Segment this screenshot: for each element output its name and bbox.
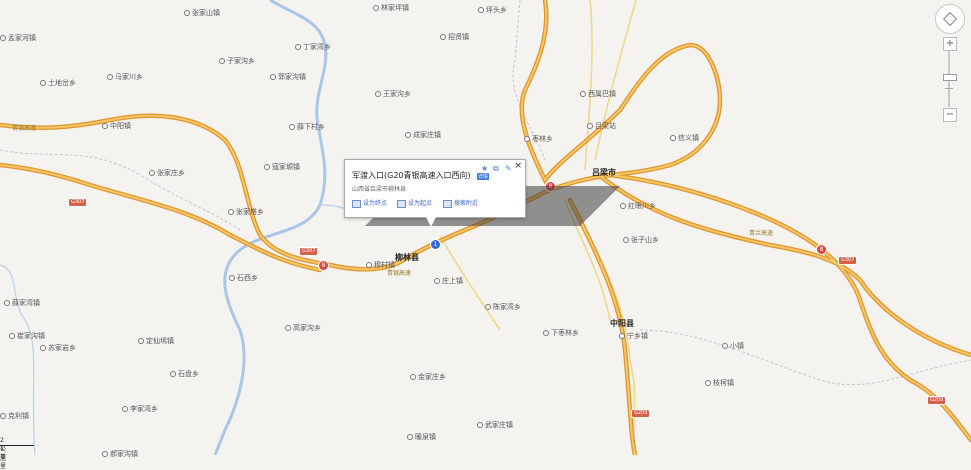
- place-label[interactable]: 中阳镇: [102, 121, 131, 131]
- place-label[interactable]: 招贤镇: [440, 32, 469, 42]
- place-label[interactable]: 薛下村乡: [289, 122, 325, 132]
- edit-icon[interactable]: ✎: [505, 164, 512, 173]
- poi-marker[interactable]: 1: [430, 239, 441, 250]
- place-label[interactable]: 郝家沟镇: [102, 449, 138, 459]
- highway-exit-marker[interactable]: 8: [318, 260, 329, 271]
- search-nearby-button[interactable]: 搜索附近: [443, 198, 478, 208]
- zoom-tick: [945, 88, 953, 89]
- origin-icon: [397, 199, 406, 208]
- share-icon[interactable]: ⧉: [493, 164, 499, 174]
- place-label[interactable]: 暖泉镇: [407, 432, 436, 442]
- set-destination-button[interactable]: 设为终点: [352, 198, 387, 208]
- place-label[interactable]: 张子山乡: [623, 235, 659, 245]
- place-label[interactable]: 金家庄乡: [410, 372, 446, 382]
- pan-control-icon[interactable]: [935, 4, 965, 34]
- place-label[interactable]: 枣林乡: [524, 134, 553, 144]
- zoom-slider-handle[interactable]: [943, 74, 957, 81]
- scale-imperial: 1英里: [0, 445, 7, 470]
- place-label[interactable]: 成家庄镇: [405, 130, 441, 140]
- road-shield: G307: [838, 256, 858, 265]
- road-shield: G209: [927, 396, 947, 405]
- place-label[interactable]: 陈家湾乡: [485, 302, 521, 312]
- zoom-in-button[interactable]: +: [943, 37, 957, 51]
- place-label[interactable]: 柳林县: [395, 252, 419, 263]
- road-shield: G209: [631, 409, 651, 418]
- place-label[interactable]: 寇家塬镇: [264, 162, 300, 172]
- search-nearby-label: 搜索附近: [454, 200, 479, 207]
- poi-info-popup: 军渡入口(G20青银高速入口西向) 详情 ★ ⧉ ✎ × 山西省吕梁市柳林县 设…: [344, 159, 526, 218]
- set-origin-button[interactable]: 设为起点: [397, 198, 432, 208]
- place-label[interactable]: 枝柯镇: [705, 378, 734, 388]
- place-label[interactable]: 孟家河镇: [0, 33, 36, 43]
- place-label[interactable]: 吕梁站: [587, 121, 616, 131]
- place-label[interactable]: 坪头乡: [478, 5, 507, 15]
- close-icon[interactable]: ×: [514, 161, 522, 171]
- place-label[interactable]: 林家坪镇: [373, 3, 409, 13]
- place-label[interactable]: 土地岔乡: [40, 78, 76, 88]
- map-canvas[interactable]: [0, 0, 971, 455]
- place-label[interactable]: 高家沟乡: [285, 323, 321, 333]
- destination-icon: [352, 199, 361, 208]
- place-label[interactable]: 下枣林乡: [543, 328, 579, 338]
- place-label[interactable]: 小镇: [722, 341, 744, 351]
- place-label[interactable]: 石盘乡: [170, 369, 199, 379]
- place-label[interactable]: 薛家湾镇: [4, 298, 40, 308]
- set-destination-label: 设为终点: [363, 200, 388, 207]
- popup-address: 山西省吕梁市柳林县: [352, 186, 407, 193]
- favorite-icon[interactable]: ★: [481, 164, 488, 173]
- place-label[interactable]: 王家沟乡: [375, 89, 411, 99]
- road-shield: G307: [68, 198, 88, 207]
- place-label[interactable]: 庄上镇: [434, 276, 463, 286]
- place-label[interactable]: 红眼川乡: [620, 201, 656, 211]
- popup-title: 军渡入口(G20青银高速入口西向): [352, 171, 471, 180]
- place-label[interactable]: 李家湾乡: [122, 404, 158, 414]
- place-label[interactable]: 郭家沟镇: [270, 72, 306, 82]
- place-label[interactable]: 吕梁市: [592, 167, 616, 178]
- place-label[interactable]: 苏家岩乡: [40, 343, 76, 353]
- search-icon: [443, 199, 452, 208]
- place-label[interactable]: 马家川乡: [107, 72, 143, 82]
- highway-exit-marker[interactable]: 8: [816, 244, 827, 255]
- road-name-label: 青银高速: [12, 125, 37, 132]
- place-label[interactable]: 西属巴镇: [580, 89, 616, 99]
- detail-badge[interactable]: 详情: [477, 173, 490, 180]
- place-label[interactable]: 石西乡: [229, 273, 258, 283]
- place-label[interactable]: 张家山镇: [184, 8, 220, 18]
- place-label[interactable]: 张家塔乡: [228, 207, 264, 217]
- zoom-out-button[interactable]: −: [943, 108, 957, 122]
- place-label[interactable]: 中阳县: [610, 318, 634, 329]
- place-label[interactable]: 克利镇: [0, 411, 29, 421]
- place-label[interactable]: 张家庄乡: [149, 168, 185, 178]
- road-name-label: 青银高速: [387, 270, 412, 277]
- place-label[interactable]: 定仙墕镇: [138, 336, 174, 346]
- place-label[interactable]: 丁家湾乡: [295, 42, 331, 52]
- place-label[interactable]: 宁乡镇: [619, 331, 648, 341]
- road-shield: G307: [299, 247, 319, 256]
- road-name-label: 青兰高速: [749, 230, 774, 237]
- set-origin-label: 设为起点: [408, 200, 433, 207]
- place-label[interactable]: 崔家沟镇: [9, 331, 45, 341]
- popup-pointer: [425, 215, 437, 227]
- place-label[interactable]: 子家沟乡: [219, 56, 255, 66]
- place-label[interactable]: 武家庄镇: [477, 420, 513, 430]
- place-label[interactable]: 信义镇: [670, 133, 699, 143]
